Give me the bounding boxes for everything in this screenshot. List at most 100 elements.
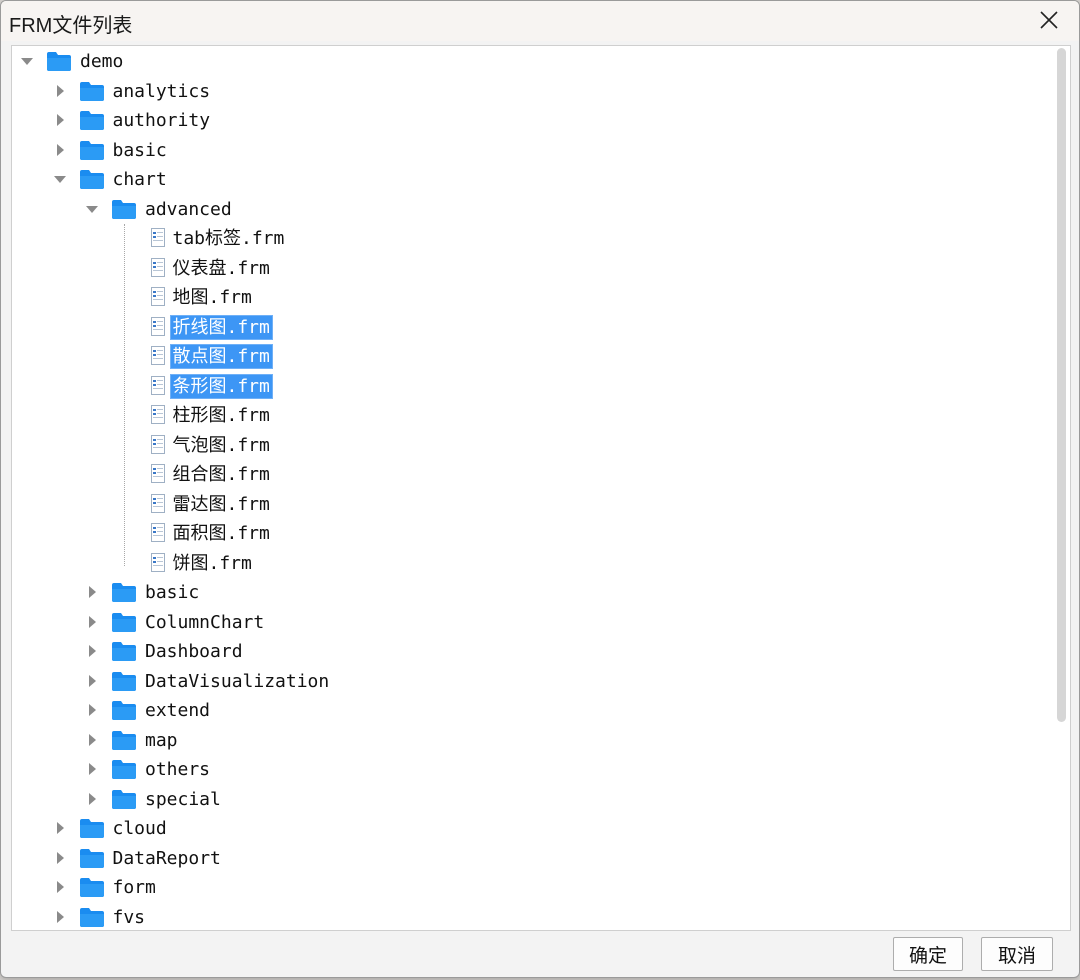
tree-folder-row[interactable]: DataVisualization <box>12 667 1054 696</box>
tree-file-row[interactable]: 雷达图.frm <box>12 490 1054 519</box>
tree-folder-row[interactable]: others <box>12 755 1054 784</box>
expand-arrow-right-icon[interactable] <box>53 821 67 835</box>
folder-icon <box>111 729 137 755</box>
tree-folder-row[interactable]: basic <box>12 136 1054 165</box>
tree-item-label: 柱形图.frm <box>172 405 270 426</box>
tree-file-row[interactable]: 条形图.frm <box>12 372 1054 401</box>
tree-item-label: 气泡图.frm <box>172 434 270 456</box>
expand-arrow-down-icon[interactable] <box>20 54 34 68</box>
file-icon <box>148 522 168 548</box>
tree-folder-row[interactable]: DataReport <box>12 844 1054 873</box>
tree-file-row[interactable]: 地图.frm <box>12 283 1054 312</box>
tree-file-row[interactable]: 散点图.frm <box>12 342 1054 371</box>
tree-item-label: 地图.frm <box>172 287 252 308</box>
tree-folder-row[interactable]: fvs <box>12 903 1054 931</box>
tree-folder-row[interactable]: cloud <box>12 814 1054 843</box>
tree-item-label: 折线图.frm <box>169 314 273 340</box>
folder-icon <box>79 139 105 165</box>
tree-item-label: Dashboard <box>145 641 243 662</box>
tree-item-label: DataReport <box>112 847 221 869</box>
tree-folder-row[interactable]: authority <box>12 106 1054 135</box>
tree-folder-row[interactable]: extend <box>12 696 1054 725</box>
frm-file-dialog: FRM文件列表 demo analytics authority basic chart… <box>0 0 1080 978</box>
file-tree[interactable]: demo analytics authority basic chart advanced… <box>11 45 1071 931</box>
expand-arrow-right-icon[interactable] <box>85 674 99 688</box>
scrollbar-thumb[interactable] <box>1057 48 1066 722</box>
folder-icon <box>111 640 137 666</box>
tree-folder-row[interactable]: advanced <box>12 195 1054 224</box>
tree-item-label: demo <box>80 51 124 72</box>
tree-guide-line <box>124 224 125 566</box>
tree-file-row[interactable]: 仪表盘.frm <box>12 254 1054 283</box>
close-button[interactable] <box>1031 5 1067 35</box>
tree-file-row[interactable]: 饼图.frm <box>12 549 1054 578</box>
folder-icon <box>79 109 105 135</box>
expand-arrow-right-icon[interactable] <box>85 762 99 776</box>
tree-file-row[interactable]: 折线图.frm <box>12 313 1054 342</box>
tree-folder-row[interactable]: ColumnChart <box>12 608 1054 637</box>
file-icon <box>148 493 168 519</box>
tree-file-row[interactable]: 柱形图.frm <box>12 401 1054 430</box>
tree-file-row[interactable]: tab标签.frm <box>12 224 1054 253</box>
tree-folder-row[interactable]: map <box>12 726 1054 755</box>
tree-item-label: analytics <box>112 80 211 102</box>
expand-arrow-right-icon[interactable] <box>85 703 99 717</box>
expand-arrow-right-icon[interactable] <box>85 615 99 629</box>
tree-folder-row[interactable]: demo <box>12 47 1054 76</box>
expand-arrow-right-icon[interactable] <box>85 733 99 747</box>
folder-icon <box>79 168 105 194</box>
folder-icon <box>111 581 137 607</box>
expand-arrow-down-icon[interactable] <box>53 172 67 186</box>
expand-arrow-right-icon[interactable] <box>85 585 99 599</box>
tree-item-label: 饼图.frm <box>172 552 252 574</box>
expand-arrow-right-icon[interactable] <box>85 792 99 806</box>
tree-file-row[interactable]: 气泡图.frm <box>12 431 1054 460</box>
expand-arrow-down-icon[interactable] <box>85 202 99 216</box>
file-icon <box>148 463 168 489</box>
expand-arrow-right-icon[interactable] <box>53 910 67 924</box>
folder-icon <box>111 758 137 784</box>
file-icon <box>148 286 168 312</box>
tree-item-label: others <box>145 759 211 780</box>
file-icon <box>148 375 168 401</box>
tree-folder-row[interactable]: chart <box>12 165 1054 194</box>
expand-arrow-right-icon[interactable] <box>85 644 99 658</box>
folder-icon <box>111 788 137 814</box>
folder-icon <box>111 611 137 637</box>
tree-item-label: form <box>112 877 156 898</box>
tree-item-label: map <box>145 729 178 751</box>
tree-item-label: DataVisualization <box>145 670 330 692</box>
tree-file-row[interactable]: 组合图.frm <box>12 460 1054 489</box>
folder-icon <box>79 906 105 931</box>
expand-arrow-right-icon[interactable] <box>53 113 67 127</box>
file-icon <box>148 316 168 342</box>
expand-arrow-right-icon[interactable] <box>53 880 67 894</box>
folder-icon <box>79 847 105 873</box>
tree-folder-row[interactable]: analytics <box>12 77 1054 106</box>
expand-arrow-right-icon[interactable] <box>53 143 67 157</box>
cancel-button[interactable]: 取消 <box>981 937 1053 971</box>
tree-folder-row[interactable]: basic <box>12 578 1054 607</box>
tree-item-label: 面积图.frm <box>172 523 270 544</box>
tree-item-label: cloud <box>112 818 167 839</box>
tree-item-label: tab标签.frm <box>172 228 285 249</box>
tree-item-label: authority <box>112 110 211 131</box>
tree-item-label: 条形图.frm <box>169 373 273 399</box>
file-icon <box>148 404 168 430</box>
dialog-footer: 确定 取消 <box>1 931 1079 977</box>
folder-icon <box>111 198 137 224</box>
tree-file-row[interactable]: 面积图.frm <box>12 519 1054 548</box>
expand-arrow-right-icon[interactable] <box>53 84 67 98</box>
file-icon <box>148 227 168 253</box>
file-icon <box>148 345 168 371</box>
tree-folder-row[interactable]: Dashboard <box>12 637 1054 666</box>
folder-icon <box>79 817 105 843</box>
expand-arrow-right-icon[interactable] <box>53 851 67 865</box>
folder-icon <box>46 50 72 76</box>
confirm-button[interactable]: 确定 <box>893 937 963 971</box>
tree-folder-row[interactable]: special <box>12 785 1054 814</box>
tree-folder-row[interactable]: form <box>12 873 1054 902</box>
tree-item-label: basic <box>145 582 200 603</box>
vertical-scrollbar[interactable] <box>1056 48 1068 924</box>
file-icon <box>148 434 168 460</box>
